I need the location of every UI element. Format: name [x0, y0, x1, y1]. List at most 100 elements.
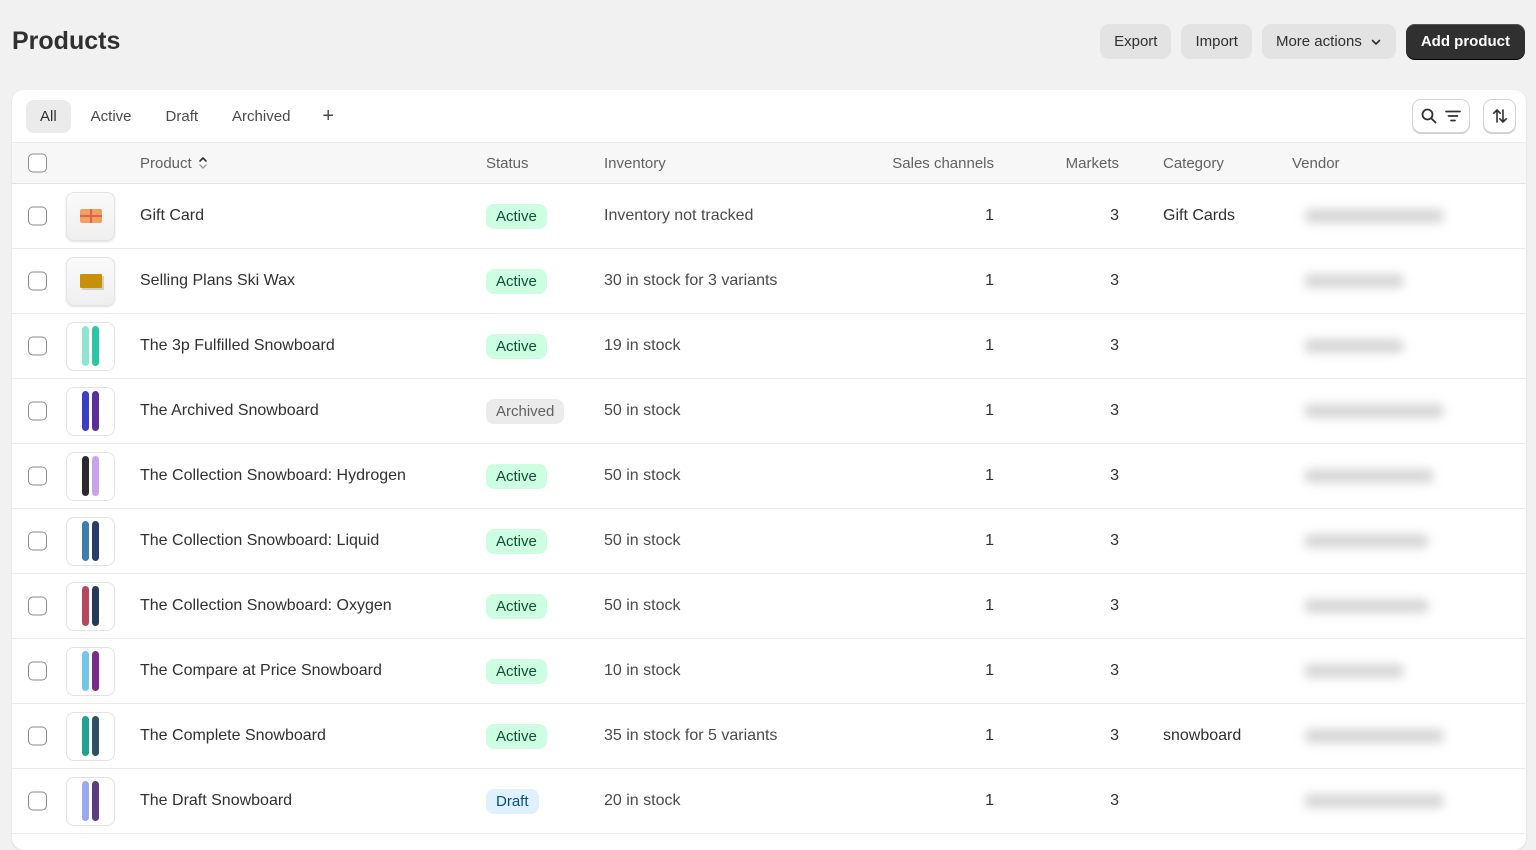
vendor-cell — [1292, 314, 1404, 378]
row-checkbox[interactable] — [28, 336, 47, 356]
inventory-cell: 10 in stock — [604, 662, 681, 679]
vendor-cell — [1292, 509, 1429, 573]
table-row[interactable]: The Draft Snowboard Draft 20 in stock 1 3 — [12, 769, 1526, 834]
sales-channels-cell: 1 — [985, 337, 994, 354]
table-row[interactable]: Gift Card Active Inventory not tracked 1 3 Gi… — [12, 184, 1526, 249]
select-all-checkbox[interactable] — [28, 153, 47, 173]
row-checkbox[interactable] — [28, 466, 47, 486]
add-view-button[interactable]: + — [310, 100, 346, 133]
product-thumbnail[interactable] — [66, 711, 115, 761]
table-row[interactable]: The Archived Snowboard Archived 50 in stoc… — [12, 379, 1526, 444]
row-checkbox[interactable] — [28, 791, 47, 811]
vendor-redacted — [1304, 339, 1404, 353]
sort-icon — [1492, 109, 1507, 123]
vendor-cell — [1292, 639, 1404, 703]
thumbnail-cell — [66, 379, 115, 443]
row-checkbox[interactable] — [28, 726, 47, 746]
column-header-category[interactable]: Category — [1163, 143, 1224, 183]
product-name-link[interactable]: The 3p Fulfilled Snowboard — [140, 314, 335, 378]
table-row[interactable]: The Collection Snowboard: Hydrogen Active… — [12, 444, 1526, 509]
product-name-link[interactable]: The Archived Snowboard — [140, 379, 319, 443]
product-name-link[interactable]: Selling Plans Ski Wax — [140, 249, 295, 313]
filter-tabs-bar: All Active Draft Archived + — [12, 90, 1526, 143]
table-row[interactable]: The Complete Snowboard Active 35 in stock … — [12, 704, 1526, 769]
product-name-link[interactable]: The Collection Snowboard: Liquid — [140, 509, 379, 573]
vendor-redacted — [1304, 209, 1444, 223]
product-thumbnail[interactable] — [66, 451, 115, 501]
status-badge: Active — [486, 723, 547, 749]
product-thumbnail[interactable] — [66, 256, 115, 306]
inventory-cell: 30 in stock for 3 variants — [604, 272, 778, 289]
row-checkbox[interactable] — [28, 661, 47, 681]
snowboard-image — [92, 586, 99, 626]
vendor-redacted — [1304, 664, 1404, 678]
snowboard-image — [82, 326, 89, 366]
product-thumbnail[interactable] — [66, 581, 115, 631]
tab-archived[interactable]: Archived — [218, 100, 304, 133]
column-header-markets[interactable]: Markets — [1022, 143, 1119, 183]
thumbnail-cell — [66, 574, 115, 638]
status-badge: Active — [486, 268, 547, 294]
product-name-link[interactable]: Gift Card — [140, 184, 204, 248]
snowboard-image — [92, 781, 99, 821]
column-header-product[interactable]: Product — [140, 143, 209, 183]
header-actions: Export Import More actions Add product — [1100, 24, 1525, 59]
gift-card-image — [79, 209, 102, 223]
snowboard-image — [82, 716, 89, 756]
table-row[interactable]: The Compare at Price Snowboard Active 10 i… — [12, 639, 1526, 704]
import-button[interactable]: Import — [1181, 24, 1252, 59]
thumbnail-cell — [66, 314, 115, 378]
product-rows: Gift Card Active Inventory not tracked 1 3 Gi… — [12, 184, 1526, 834]
column-header-vendor[interactable]: Vendor — [1292, 143, 1340, 183]
vendor-cell — [1292, 704, 1444, 768]
more-actions-label: More actions — [1275, 33, 1362, 50]
product-name-link[interactable]: The Draft Snowboard — [140, 769, 292, 833]
search-filter-button[interactable] — [1412, 99, 1470, 133]
status-cell: Active — [486, 639, 547, 703]
status-badge: Active — [486, 658, 547, 684]
row-checkbox[interactable] — [28, 206, 47, 226]
tab-all[interactable]: All — [26, 100, 71, 133]
product-thumbnail[interactable] — [66, 776, 115, 826]
tab-draft[interactable]: Draft — [152, 100, 213, 133]
row-checkbox[interactable] — [28, 271, 47, 291]
product-name-link[interactable]: The Compare at Price Snowboard — [140, 639, 382, 703]
product-name-link[interactable]: The Collection Snowboard: Hydrogen — [140, 444, 406, 508]
product-thumbnail[interactable] — [66, 191, 115, 241]
product-thumbnail[interactable] — [66, 386, 115, 436]
row-checkbox[interactable] — [28, 401, 47, 421]
sales-channels-cell: 1 — [985, 727, 994, 744]
column-header-inventory[interactable]: Inventory — [604, 143, 666, 183]
status-badge: Active — [486, 333, 547, 359]
vendor-cell — [1292, 249, 1404, 313]
markets-cell: 3 — [1110, 402, 1119, 419]
sort-button[interactable] — [1483, 99, 1516, 133]
status-cell: Active — [486, 509, 547, 573]
table-row[interactable]: Selling Plans Ski Wax Active 30 in stock f… — [12, 249, 1526, 314]
vendor-redacted — [1304, 469, 1434, 483]
table-row[interactable]: The Collection Snowboard: Liquid Active 50… — [12, 509, 1526, 574]
product-thumbnail[interactable] — [66, 321, 115, 371]
product-thumbnail[interactable] — [66, 646, 115, 696]
add-product-button[interactable]: Add product — [1405, 24, 1525, 59]
snowboard-image — [92, 391, 99, 431]
column-header-status[interactable]: Status — [486, 143, 529, 183]
page-title: Products — [12, 27, 121, 55]
vendor-redacted — [1304, 404, 1444, 418]
vendor-cell — [1292, 574, 1429, 638]
product-thumbnail[interactable] — [66, 516, 115, 566]
table-row[interactable]: The Collection Snowboard: Oxygen Active 50… — [12, 574, 1526, 639]
table-row[interactable]: The 3p Fulfilled Snowboard Active 19 in st… — [12, 314, 1526, 379]
column-header-sales-channels[interactable]: Sales channels — [882, 143, 994, 183]
product-name-link[interactable]: The Collection Snowboard: Oxygen — [140, 574, 392, 638]
product-name-link[interactable]: The Complete Snowboard — [140, 704, 326, 768]
sales-channels-cell: 1 — [985, 207, 994, 224]
row-checkbox[interactable] — [28, 531, 47, 551]
table-header: Product Status Inventory Sales channels … — [12, 143, 1526, 184]
products-card: All Active Draft Archived + Product Stat… — [12, 90, 1526, 850]
markets-cell: 3 — [1110, 272, 1119, 289]
row-checkbox[interactable] — [28, 596, 47, 616]
tab-active[interactable]: Active — [77, 100, 146, 133]
export-button[interactable]: Export — [1100, 24, 1172, 59]
more-actions-button[interactable]: More actions — [1261, 24, 1396, 59]
